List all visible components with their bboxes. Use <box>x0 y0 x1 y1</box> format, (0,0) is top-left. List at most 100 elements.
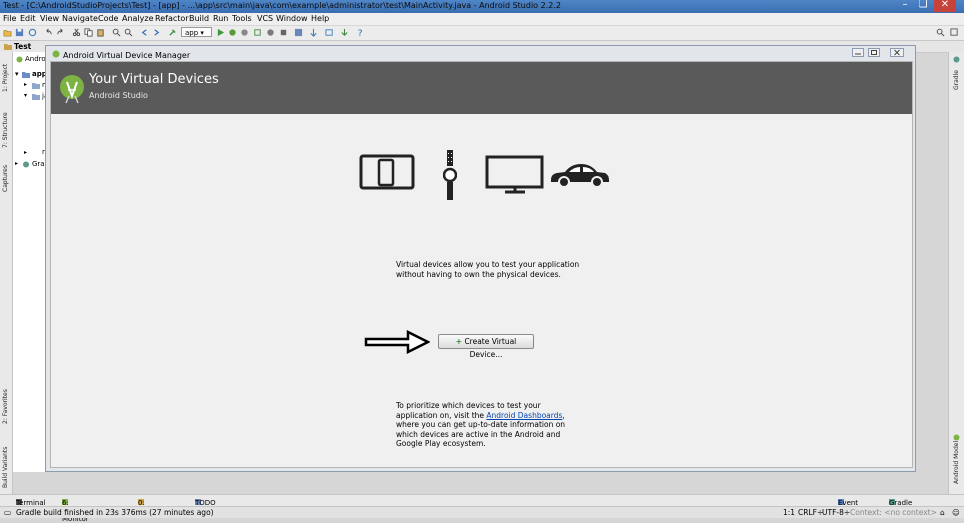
dialog-minimize-button[interactable] <box>852 48 864 57</box>
tree-expand-icon[interactable]: ▾ <box>24 92 27 99</box>
menu-code[interactable]: Code <box>98 14 118 23</box>
tree-expand-icon[interactable]: ▸ <box>24 81 27 88</box>
cut-icon[interactable] <box>72 28 81 37</box>
menu-bar: File Edit View Navigate Code Analyze Ref… <box>0 13 964 25</box>
line-separator[interactable]: CRLF÷ <box>798 508 823 517</box>
project-structure-icon[interactable] <box>294 28 303 37</box>
menu-refactor[interactable]: Refactor <box>155 14 189 23</box>
paste-icon[interactable] <box>96 28 105 37</box>
status-message: Gradle build finished in 23s 376ms (27 m… <box>16 508 214 517</box>
menu-analyze[interactable]: Analyze <box>122 14 154 23</box>
gradle-sync-icon[interactable] <box>309 28 318 37</box>
android-dashboards-link[interactable]: Android Dashboards <box>486 411 562 420</box>
debug-icon[interactable] <box>228 28 237 37</box>
context-indicator: Context: <no context> <box>850 508 937 517</box>
redo-icon[interactable] <box>56 28 65 37</box>
folder-icon <box>4 44 12 50</box>
tab-build-variants[interactable]: Build Variants <box>2 447 9 488</box>
create-virtual-device-label: Create Virtual Device... <box>464 337 517 359</box>
menu-edit[interactable]: Edit <box>20 14 36 23</box>
android-studio-logo-icon <box>60 75 84 104</box>
breadcrumb-project[interactable]: Test <box>14 42 31 51</box>
car-icon <box>551 164 609 188</box>
dialog-header: Your Virtual Devices Android Studio <box>51 62 912 114</box>
search-everywhere-icon[interactable] <box>936 28 945 37</box>
run-icon[interactable] <box>216 28 225 37</box>
avd-manager-dialog: Android Virtual Device Manager Your Virt… <box>45 45 916 472</box>
window-title: Test - [C:\AndroidStudioProjects\Test] -… <box>3 1 561 10</box>
gradle-icon <box>23 161 29 168</box>
tree-expand-icon[interactable]: ▾ <box>15 70 19 78</box>
copy-icon[interactable] <box>84 28 93 37</box>
profile-icon[interactable] <box>266 28 275 37</box>
attach-debugger-icon[interactable] <box>240 28 249 37</box>
dialog-maximize-button[interactable] <box>868 48 880 57</box>
menu-run[interactable]: Run <box>213 14 228 23</box>
project-panel: Android ▾ app ▸ m ▾ ja ▸ r ▸ Gradl <box>13 52 52 472</box>
status-toggle-icon[interactable]: ▭ <box>4 508 11 517</box>
dialog-heading: Your Virtual Devices <box>89 72 219 87</box>
file-encoding[interactable]: UTF-8÷ <box>822 508 850 517</box>
arrow-right-icon <box>364 330 430 354</box>
dialog-close-button[interactable] <box>890 48 904 57</box>
status-bar: ▭ Gradle build finished in 23s 376ms (27… <box>0 506 964 518</box>
main-toolbar: app ▾ ? <box>0 26 964 41</box>
close-window-button[interactable]: ✕ <box>934 0 956 12</box>
dialog-content: Your Virtual Devices Android Studio Virt… <box>50 61 913 468</box>
back-icon[interactable] <box>140 28 149 37</box>
plus-icon: + <box>455 337 463 346</box>
avd-manager-icon[interactable] <box>325 28 334 37</box>
help-icon[interactable]: ? <box>356 28 365 37</box>
sync-icon[interactable] <box>28 28 37 37</box>
menu-build[interactable]: Build <box>189 14 209 23</box>
tab-project[interactable]: 1: Project <box>2 64 9 92</box>
build-hammer-icon[interactable] <box>168 28 177 37</box>
menu-help[interactable]: Help <box>311 14 329 23</box>
undo-icon[interactable] <box>44 28 53 37</box>
watch-icon <box>443 150 457 200</box>
inspector-icon[interactable]: ☺ <box>952 508 960 517</box>
right-tool-strip: Gradle Android Model <box>948 52 964 494</box>
menu-navigate[interactable]: Navigate <box>62 14 98 23</box>
caret-position[interactable]: 1:1 <box>783 508 795 517</box>
virtual-devices-description: Virtual devices allow you to test your a… <box>396 260 580 279</box>
folder-icon <box>32 94 40 100</box>
create-virtual-device-button[interactable]: + Create Virtual Device... <box>438 334 534 359</box>
apply-changes-icon[interactable] <box>253 28 262 37</box>
menu-tools[interactable]: Tools <box>232 14 252 23</box>
menu-vcs[interactable]: VCS <box>257 14 273 23</box>
android-icon <box>52 50 60 58</box>
tree-expand-icon[interactable]: ▸ <box>24 149 27 156</box>
forward-icon[interactable] <box>152 28 161 37</box>
find-icon[interactable] <box>112 28 121 37</box>
minimize-button[interactable]: – <box>896 0 914 12</box>
maximize-button[interactable]: ❏ <box>914 0 932 12</box>
tree-expand-icon[interactable]: ▸ <box>15 160 18 167</box>
tab-captures[interactable]: Captures <box>2 165 9 192</box>
svg-text:?: ? <box>358 29 363 37</box>
run-config-select[interactable]: app ▾ <box>181 27 212 37</box>
save-icon[interactable] <box>15 28 24 37</box>
folder-icon <box>32 83 40 89</box>
tab-android-model[interactable]: Android Model <box>953 441 960 484</box>
tv-icon <box>485 155 544 194</box>
prioritize-description: To prioritize which devices to test your… <box>396 401 581 449</box>
replace-icon[interactable] <box>124 28 133 37</box>
dialog-title: Android Virtual Device Manager <box>63 51 191 60</box>
stop-icon[interactable] <box>279 28 288 37</box>
open-folder-icon[interactable] <box>3 28 12 37</box>
tab-gradle[interactable]: Gradle <box>953 70 960 90</box>
sdk-manager-icon[interactable] <box>340 28 349 37</box>
tab-favorites[interactable]: 2: Favorites <box>2 389 9 424</box>
left-tool-strip: 1: Project 7: Structure Captures 2: Favo… <box>0 52 13 494</box>
menu-file[interactable]: File <box>3 14 16 23</box>
dialog-subheading: Android Studio <box>89 91 148 100</box>
android-icon <box>16 56 23 63</box>
window-title-bar: Test - [C:\AndroidStudioProjects\Test] -… <box>0 0 964 13</box>
menu-window[interactable]: Window <box>276 14 308 23</box>
tab-structure[interactable]: 7: Structure <box>2 112 9 148</box>
lock-icon[interactable]: ⌂ <box>940 508 945 517</box>
event-window-icon[interactable] <box>950 28 959 37</box>
gradle-icon <box>953 56 960 63</box>
menu-view[interactable]: View <box>40 14 59 23</box>
